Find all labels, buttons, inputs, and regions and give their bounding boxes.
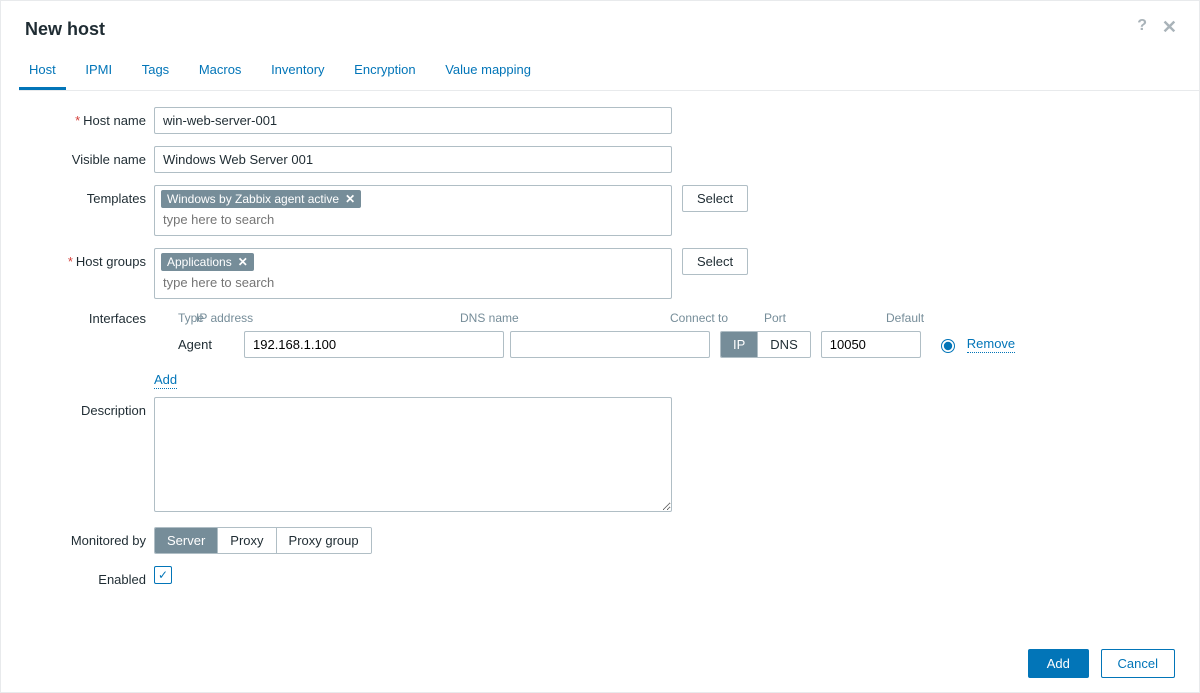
monitored-server-button[interactable]: Server (155, 528, 217, 553)
dialog-header: New host ? ✕ (1, 1, 1199, 44)
host-name-input[interactable] (154, 107, 672, 134)
col-header-port: Port (764, 311, 886, 325)
col-header-connect: Connect to (670, 311, 764, 325)
remove-template-icon[interactable]: ✕ (345, 192, 355, 206)
connect-ip-button[interactable]: IP (721, 332, 757, 357)
label-description: Description (1, 397, 154, 418)
help-icon[interactable]: ? (1137, 17, 1147, 35)
tab-macros[interactable]: Macros (189, 62, 252, 87)
cancel-button[interactable]: Cancel (1101, 649, 1175, 678)
tab-tags[interactable]: Tags (132, 62, 179, 87)
close-icon[interactable]: ✕ (1162, 17, 1177, 38)
enabled-checkbox[interactable]: ✓ (154, 566, 172, 584)
monitored-by-segmented: Server Proxy Proxy group (154, 527, 372, 554)
group-chip[interactable]: Applications ✕ (161, 253, 254, 271)
form-body: *Host name Visible name Templates Window… (1, 91, 1199, 587)
connect-to-segmented: IP DNS (720, 331, 811, 358)
visible-name-input[interactable] (154, 146, 672, 173)
label-templates: Templates (1, 185, 154, 206)
template-chip[interactable]: Windows by Zabbix agent active ✕ (161, 190, 361, 208)
interface-ip-input[interactable] (244, 331, 504, 358)
interface-header-row: Type IP address DNS name Connect to Port… (154, 311, 1104, 325)
col-header-type: Type (154, 311, 196, 325)
remove-group-icon[interactable]: ✕ (238, 255, 248, 269)
label-monitored-by: Monitored by (1, 527, 154, 548)
col-header-dns: DNS name (460, 311, 670, 325)
tab-value-mapping[interactable]: Value mapping (435, 62, 541, 87)
label-enabled: Enabled (1, 566, 154, 587)
label-interfaces: Interfaces (1, 311, 154, 326)
templates-multiselect[interactable]: Windows by Zabbix agent active ✕ (154, 185, 672, 236)
templates-search-input[interactable] (161, 208, 645, 231)
groups-search-input[interactable] (161, 271, 645, 294)
groups-select-button[interactable]: Select (682, 248, 748, 275)
monitored-proxy-group-button[interactable]: Proxy group (276, 528, 371, 553)
templates-select-button[interactable]: Select (682, 185, 748, 212)
tab-host[interactable]: Host (19, 62, 66, 90)
connect-dns-button[interactable]: DNS (757, 332, 809, 357)
dialog-title: New host (25, 19, 1175, 40)
col-header-default: Default (886, 311, 966, 325)
description-textarea[interactable] (154, 397, 672, 512)
tab-bar: Host IPMI Tags Macros Inventory Encrypti… (19, 62, 1199, 91)
label-host-groups: *Host groups (1, 248, 154, 269)
groups-multiselect[interactable]: Applications ✕ (154, 248, 672, 299)
interface-row: Agent IP DNS Remove (154, 331, 1104, 358)
label-host-name: *Host name (1, 107, 154, 128)
tab-ipmi[interactable]: IPMI (75, 62, 122, 87)
monitored-proxy-button[interactable]: Proxy (217, 528, 275, 553)
interface-remove-link[interactable]: Remove (967, 336, 1015, 353)
add-interface-link[interactable]: Add (154, 372, 177, 389)
tab-inventory[interactable]: Inventory (261, 62, 334, 87)
tab-encryption[interactable]: Encryption (344, 62, 425, 87)
interface-dns-input[interactable] (510, 331, 710, 358)
dialog-footer: Add Cancel (1028, 649, 1175, 678)
interface-type: Agent (154, 337, 244, 352)
col-header-ip: IP address (196, 311, 460, 325)
new-host-dialog: New host ? ✕ Host IPMI Tags Macros Inven… (0, 0, 1200, 693)
group-chip-label: Applications (167, 255, 232, 269)
add-button[interactable]: Add (1028, 649, 1089, 678)
template-chip-label: Windows by Zabbix agent active (167, 192, 339, 206)
label-visible-name: Visible name (1, 146, 154, 167)
interface-port-input[interactable] (821, 331, 921, 358)
interface-default-radio[interactable] (941, 339, 955, 353)
